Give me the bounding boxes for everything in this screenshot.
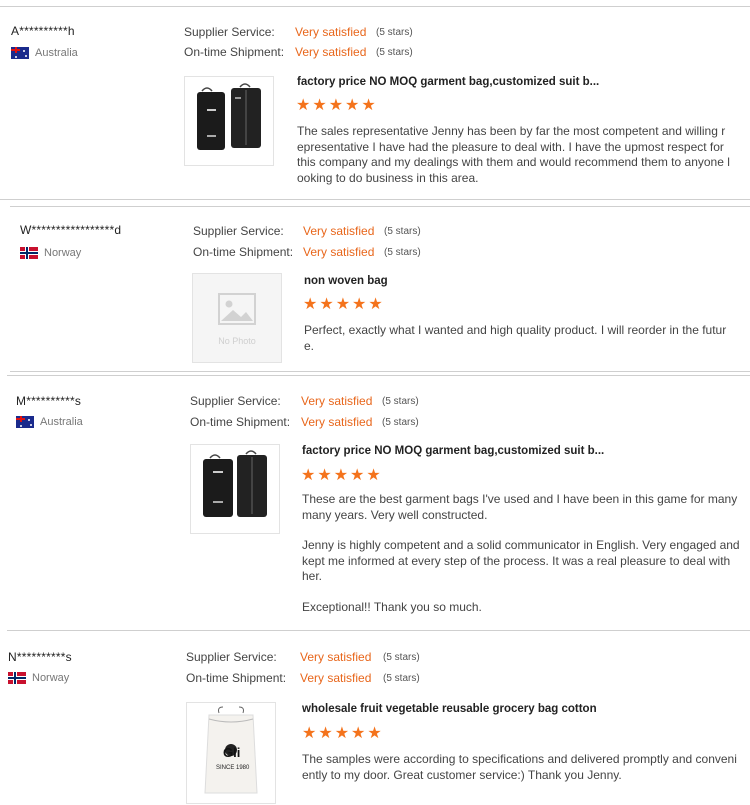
ontime-shipment-stars: (5 stars): [383, 673, 420, 684]
country-label: Norway: [32, 672, 70, 684]
star-icon: ★: [312, 97, 327, 114]
star-icon: ★: [334, 725, 350, 742]
review-text: Perfect, exactly what I wanted and high …: [304, 323, 734, 369]
product-thumbnail[interactable]: [184, 76, 274, 166]
star-icon: ★: [351, 725, 366, 742]
reviewer-name: M**********s: [16, 394, 82, 408]
star-icon: ★: [335, 296, 351, 313]
reviewer-country: Australia: [16, 416, 83, 428]
ontime-shipment-rating: Very satisfied: [301, 415, 373, 429]
review-paragraph: Perfect, exactly what I wanted and high …: [304, 323, 727, 353]
ontime-shipment-rating: Very satisfied: [303, 245, 375, 259]
product-title[interactable]: non woven bag: [304, 275, 388, 287]
star-icon: ★: [366, 467, 381, 484]
product-thumbnail[interactable]: [190, 444, 280, 534]
star-icon: ★: [350, 467, 365, 484]
supplier-service-stars: (5 stars): [384, 226, 421, 237]
star-icon: ★: [303, 296, 318, 313]
product-title[interactable]: wholesale fruit vegetable reusable groce…: [302, 703, 597, 715]
ontime-shipment-label: On-time Shipment:: [190, 415, 291, 429]
star-icon: ★: [302, 725, 317, 742]
bag-logo: Gli: [223, 745, 240, 760]
star-icon: ★: [318, 725, 333, 742]
review-paragraph: Exceptional!! Thank you so much.: [302, 599, 482, 614]
cotton-bag-image: Gli SINCE 1980: [204, 706, 258, 794]
divider: [0, 6, 750, 7]
ontime-shipment-rating: Very satisfied: [300, 671, 372, 685]
divider: [10, 206, 750, 207]
review-text: The sales representative Jenny has been …: [297, 124, 730, 201]
star-icon: ★: [301, 467, 316, 484]
australia-flag-icon: [16, 416, 34, 428]
product-title[interactable]: factory price NO MOQ garment bag,customi…: [302, 445, 604, 457]
product-thumbnail[interactable]: Gli SINCE 1980: [186, 702, 276, 804]
supplier-service-label: Supplier Service:: [190, 394, 281, 408]
ontime-shipment-stars: (5 stars): [384, 247, 421, 258]
review-card: M**********s Australia Supplier Service:…: [7, 375, 750, 632]
star-icon: ★: [368, 296, 383, 313]
review-paragraph: The sales representative Jenny has been …: [297, 124, 730, 185]
star-icon: ★: [352, 296, 367, 313]
star-icon: ★: [328, 97, 344, 114]
supplier-service-label: Supplier Service:: [184, 25, 275, 39]
review-card: N**********s Norway Supplier Service: Ve…: [0, 632, 750, 805]
divider: [10, 371, 750, 372]
review-paragraph: These are the best garment bags I've use…: [302, 492, 738, 522]
review-paragraph: The samples were according to specificat…: [302, 752, 737, 782]
garment-bag-image: [203, 450, 267, 517]
country-label: Norway: [44, 247, 82, 259]
star-rating: ★ ★ ★ ★ ★: [296, 98, 376, 114]
review-card: A**********h Australia Supplier Service:…: [0, 0, 750, 200]
norway-flag-icon: [8, 672, 26, 684]
reviewer-country: Australia: [11, 47, 78, 59]
supplier-service-rating: Very satisfied: [303, 224, 375, 238]
review-card: W*****************d Norway Supplier Serv…: [10, 203, 750, 373]
ontime-shipment-label: On-time Shipment:: [184, 45, 285, 59]
reviewer-name: W*****************d: [20, 223, 122, 237]
ontime-shipment-rating: Very satisfied: [295, 45, 367, 59]
supplier-service-stars: (5 stars): [382, 396, 419, 407]
supplier-service-rating: Very satisfied: [295, 25, 367, 39]
star-icon: ★: [361, 97, 376, 114]
star-icon: ★: [367, 725, 382, 742]
divider: [7, 375, 750, 376]
star-icon: ★: [345, 97, 360, 114]
garment-bag-image: [197, 83, 261, 150]
country-label: Australia: [40, 416, 83, 428]
star-icon: ★: [333, 467, 349, 484]
reviewer-name: A**********h: [11, 24, 75, 38]
supplier-service-rating: Very satisfied: [300, 650, 372, 664]
australia-flag-icon: [11, 47, 29, 59]
star-rating: ★ ★ ★ ★ ★: [303, 297, 383, 313]
ontime-shipment-label: On-time Shipment:: [186, 671, 287, 685]
norway-flag-icon: [20, 247, 38, 259]
supplier-service-stars: (5 stars): [383, 652, 420, 663]
review-text: These are the best garment bags I've use…: [302, 492, 740, 630]
product-thumbnail[interactable]: No Photo: [192, 273, 282, 363]
star-icon: ★: [319, 296, 334, 313]
reviewer-country: Norway: [8, 672, 69, 684]
no-photo-icon: [218, 293, 256, 325]
supplier-service-label: Supplier Service:: [193, 224, 284, 238]
supplier-service-stars: (5 stars): [376, 27, 413, 38]
supplier-service-label: Supplier Service:: [186, 650, 277, 664]
reviewer-country: Norway: [20, 247, 81, 259]
review-text: The samples were according to specificat…: [302, 752, 738, 798]
country-label: Australia: [35, 47, 78, 59]
product-title[interactable]: factory price NO MOQ garment bag,customi…: [297, 76, 599, 88]
reviewer-name: N**********s: [8, 650, 72, 664]
divider: [7, 630, 750, 631]
supplier-service-rating: Very satisfied: [301, 394, 373, 408]
bag-text: SINCE 1980: [216, 765, 250, 771]
ontime-shipment-stars: (5 stars): [376, 47, 413, 58]
ontime-shipment-label: On-time Shipment:: [193, 245, 294, 259]
star-icon: ★: [317, 467, 332, 484]
star-icon: ★: [296, 97, 311, 114]
review-paragraph: Jenny is highly competent and a solid co…: [302, 538, 740, 583]
star-rating: ★ ★ ★ ★ ★: [302, 726, 382, 742]
no-photo-label: No Photo: [218, 336, 256, 346]
star-rating: ★ ★ ★ ★ ★: [301, 468, 381, 484]
ontime-shipment-stars: (5 stars): [382, 417, 419, 428]
